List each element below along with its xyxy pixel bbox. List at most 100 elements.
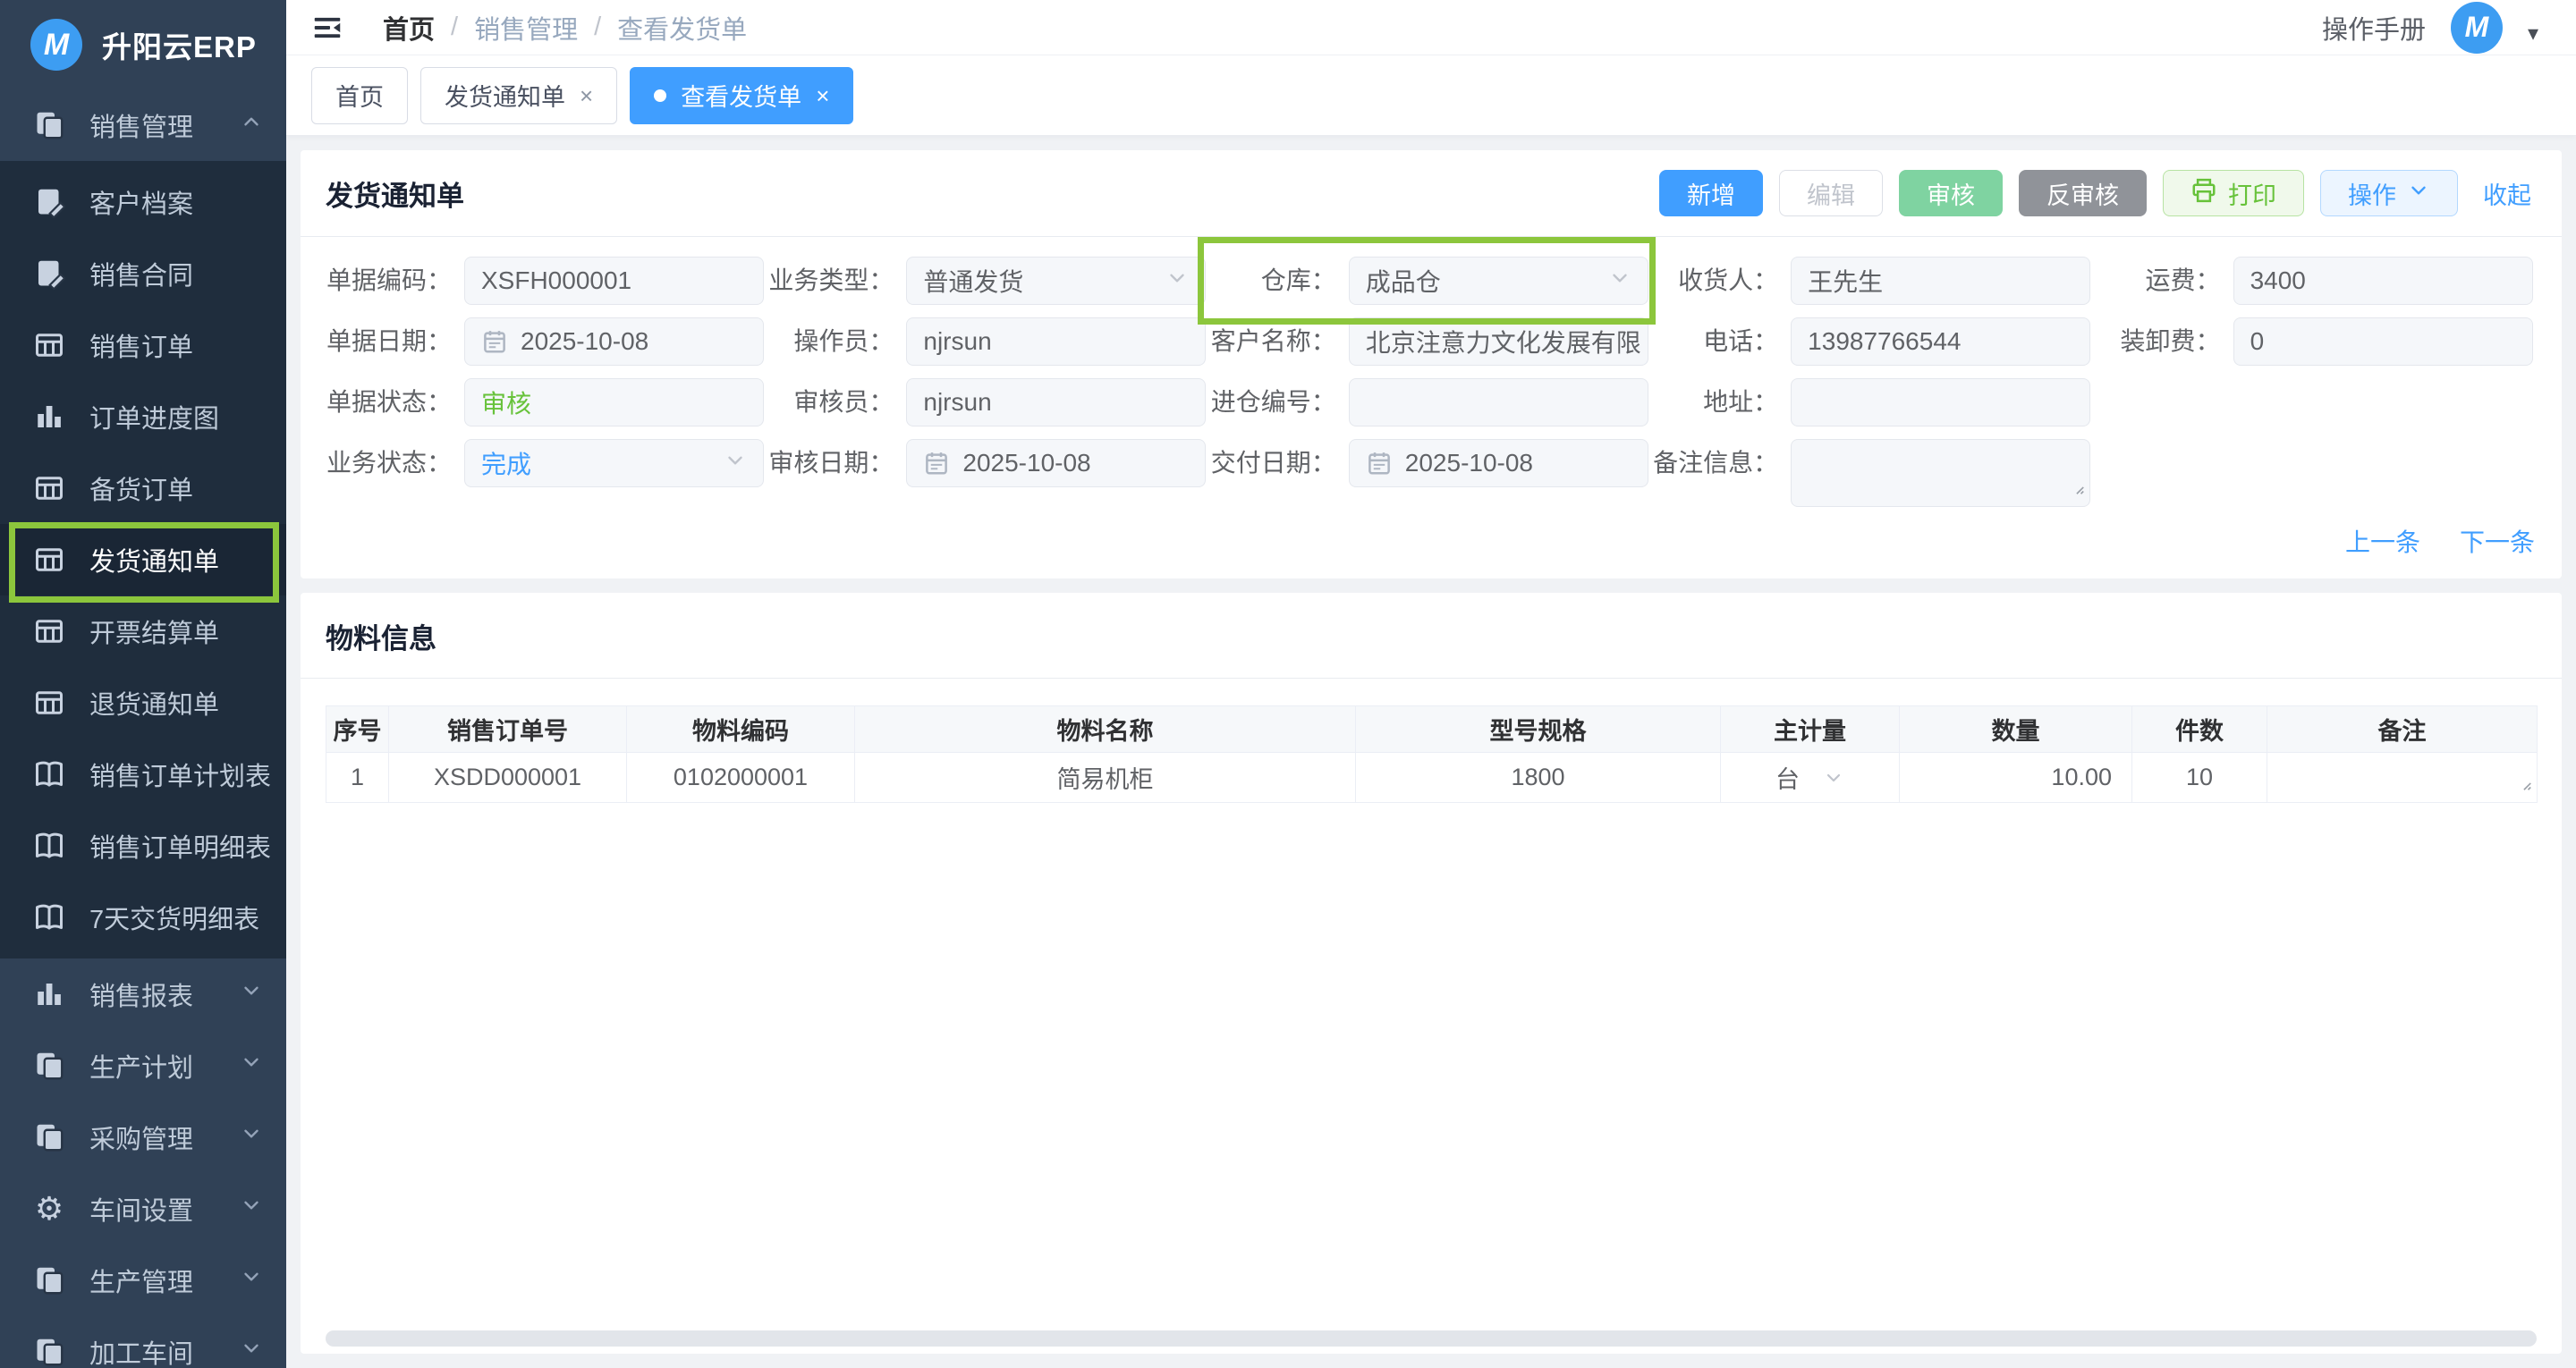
warehouse-select[interactable]: 成品仓 <box>1349 257 1648 305</box>
breadcrumb-item-2: 查看发货单 <box>617 9 747 46</box>
form-field-consignee: 收货人： 王先生 <box>1652 257 2094 305</box>
doc-code-input[interactable]: XSFH000001 <box>464 257 764 305</box>
cell-remark[interactable] <box>2267 753 2538 803</box>
col-header-quantity: 数量 <box>1900 706 2132 753</box>
auditor-input[interactable]: njrsun <box>906 378 1206 426</box>
field-label-warehouse-entry-no: 进仓编号： <box>1210 378 1349 426</box>
collapse-button[interactable]: 收起 <box>2478 170 2537 216</box>
field-label-consignee: 收货人： <box>1652 257 1791 305</box>
table-icon <box>32 328 66 362</box>
caret-down-icon[interactable]: ▾ <box>2528 21 2538 46</box>
warehouse-entry-no-input[interactable] <box>1349 378 1648 426</box>
audit-date-input[interactable]: 2025-10-08 <box>906 439 1206 487</box>
sidebar-item-production-management[interactable]: 生产管理 <box>0 1245 286 1316</box>
field-value-operator: njrsun <box>923 327 991 356</box>
sidebar-item-sales-order-detail[interactable]: 销售订单明细表 <box>0 810 286 882</box>
sidebar-item-purchase-management[interactable]: 采购管理 <box>0 1102 286 1173</box>
field-value-consignee: 王先生 <box>1808 263 1883 299</box>
manual-link[interactable]: 操作手册 <box>2322 9 2426 46</box>
chevron-down-icon <box>240 1265 263 1296</box>
sidebar-item-order-progress-chart[interactable]: 订单进度图 <box>0 381 286 452</box>
gear-icon: ⚙ <box>32 1192 66 1226</box>
next-record-link[interactable]: 下一条 <box>2460 523 2535 559</box>
business-status-select[interactable]: 完成 <box>464 439 764 487</box>
close-icon[interactable]: × <box>816 84 829 107</box>
book-icon <box>32 829 66 863</box>
sidebar-item-sales-order-plan[interactable]: 销售订单计划表 <box>0 739 286 810</box>
sidebar-item-sales-contract[interactable]: 销售合同 <box>0 238 286 309</box>
field-value-warehouse: 成品仓 <box>1366 263 1441 299</box>
sidebar-item-delivery-notice[interactable]: 发货通知单 <box>0 524 286 595</box>
add-button[interactable]: 新增 <box>1659 170 1763 216</box>
sidebar-item-seven-day-delivery-detail[interactable]: 7天交货明细表 <box>0 882 286 953</box>
sidebar-item-return-notice[interactable]: 退货通知单 <box>0 667 286 739</box>
address-input[interactable] <box>1791 378 2090 426</box>
prev-record-link[interactable]: 上一条 <box>2345 523 2420 559</box>
breadcrumb-item-1[interactable]: 销售管理 <box>474 9 578 46</box>
docs-icon <box>32 1120 66 1154</box>
doc-date-input[interactable]: 2025-10-08 <box>464 317 764 366</box>
sidebar-item-sales-management[interactable]: 销售管理 <box>0 89 286 161</box>
breadcrumb-item-0[interactable]: 首页 <box>383 9 435 46</box>
page-title: 发货通知单 <box>326 173 464 214</box>
field-value-phone: 13987766544 <box>1808 327 1961 356</box>
tab-label: 首页 <box>335 78 384 113</box>
form-field-phone: 电话：13987766544 <box>1652 317 2094 366</box>
sidebar-item-label: 销售订单明细表 <box>89 827 271 865</box>
sidebar-item-customer-archive[interactable]: 客户档案 <box>0 166 286 238</box>
business-type-select[interactable]: 普通发货 <box>906 257 1206 305</box>
sidebar-item-label: 发货通知单 <box>89 541 219 578</box>
horizontal-scrollbar[interactable] <box>326 1330 2537 1347</box>
chevron-down-icon <box>1608 266 1631 296</box>
tab-home[interactable]: 首页 <box>311 67 408 124</box>
consignee-input[interactable]: 王先生 <box>1791 257 2090 305</box>
customer-name-input[interactable]: 北京注意力文化发展有限 <box>1349 317 1648 366</box>
remark-info-textarea[interactable] <box>1791 439 2090 507</box>
close-icon[interactable]: × <box>580 84 593 107</box>
cell-main-unit[interactable]: 台 <box>1721 753 1900 803</box>
app-logo: M 升阳云ERP <box>0 0 286 89</box>
col-header-model-spec: 型号规格 <box>1356 706 1721 753</box>
main-unit-select[interactable]: 台 <box>1775 760 1844 795</box>
sidebar-item-stock-prep-order[interactable]: 备货订单 <box>0 452 286 524</box>
print-button[interactable]: 打印 <box>2163 170 2304 216</box>
button-label: 新增 <box>1687 176 1735 211</box>
audit-button[interactable]: 审核 <box>1899 170 2003 216</box>
handling-fee-input[interactable]: 0 <box>2233 317 2533 366</box>
doc-status-input[interactable]: 审核 <box>464 378 764 426</box>
button-label: 打印 <box>2228 176 2276 211</box>
tab-delivery-notice[interactable]: 发货通知单× <box>420 67 617 124</box>
delivery-date-input[interactable]: 2025-10-08 <box>1349 439 1648 487</box>
sidebar-item-label: 备货订单 <box>89 469 193 507</box>
sidebar-item-sales-report[interactable]: 销售报表 <box>0 958 286 1030</box>
phone-input[interactable]: 13987766544 <box>1791 317 2090 366</box>
sidebar-item-production-plan[interactable]: 生产计划 <box>0 1030 286 1102</box>
freight-input[interactable]: 3400 <box>2233 257 2533 305</box>
unaudit-button[interactable]: 反审核 <box>2019 170 2147 216</box>
form-field-business-type: 业务类型：普通发货 <box>767 257 1209 305</box>
sidebar-collapse-icon[interactable] <box>311 10 347 46</box>
form-row-2: 单据状态：审核审核员：njrsun进仓编号：地址： <box>326 378 2537 426</box>
card-head: 发货通知单 新增 编辑审核反审核 打印 操作 收起 <box>301 150 2562 236</box>
field-label-doc-status: 单据状态： <box>326 378 464 426</box>
sidebar-item-processing-workshop[interactable]: 加工车间 <box>0 1316 286 1368</box>
button-label: 操作 <box>2348 176 2396 211</box>
form-field-delivery-date: 交付日期：2025-10-08 <box>1210 439 1652 507</box>
col-header-seq: 序号 <box>326 706 389 753</box>
edit-button[interactable]: 编辑 <box>1779 170 1883 216</box>
avatar[interactable]: M <box>2451 2 2503 54</box>
table-icon <box>32 543 66 577</box>
delivery-notice-card: 发货通知单 新增编辑审核反审核打印操作收起 单据编码：XSFH000001业务类… <box>301 150 2562 578</box>
materials-table: 序号销售订单号物料编码物料名称型号规格主计量数量件数备注 1XSDD000001… <box>326 705 2538 803</box>
breadcrumb: 首页/销售管理/查看发货单 <box>383 9 747 46</box>
sidebar-item-invoice-settlement[interactable]: 开票结算单 <box>0 595 286 667</box>
operator-input[interactable]: njrsun <box>906 317 1206 366</box>
book-icon <box>32 757 66 791</box>
sidebar-item-sales-order[interactable]: 销售订单 <box>0 309 286 381</box>
sidebar-item-workshop-settings[interactable]: ⚙车间设置 <box>0 1173 286 1245</box>
field-label-freight: 运费： <box>2095 257 2233 305</box>
action-button[interactable]: 操作 <box>2320 170 2458 216</box>
tab-view-delivery[interactable]: 查看发货单× <box>630 67 853 124</box>
field-label-doc-date: 单据日期： <box>326 317 464 366</box>
doc-edit-icon <box>32 257 66 291</box>
